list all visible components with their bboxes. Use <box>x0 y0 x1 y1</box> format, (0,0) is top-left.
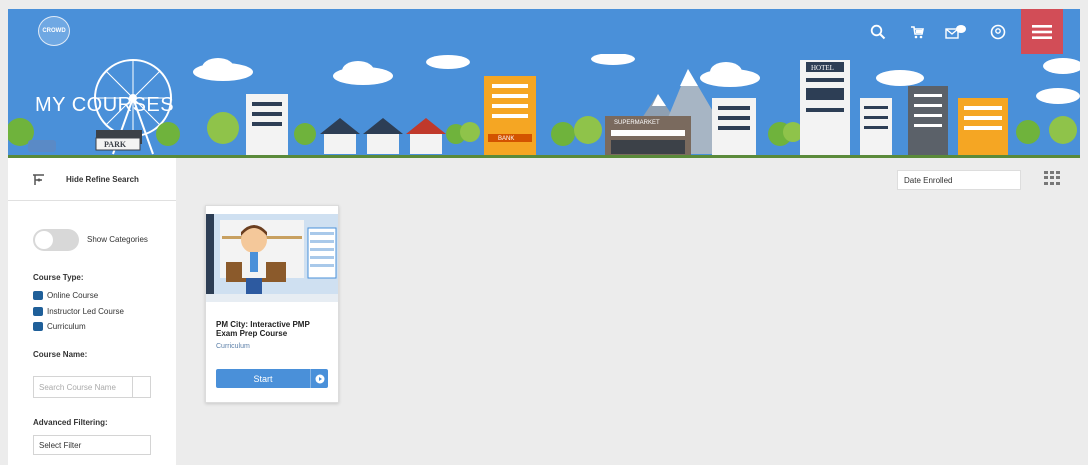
sort-select[interactable]: Date Enrolled <box>897 170 1021 190</box>
advanced-filtering-heading: Advanced Filtering: <box>33 418 108 427</box>
logo[interactable]: CROWD <box>38 16 70 46</box>
course-type-label: Curriculum <box>47 322 86 331</box>
refine-search-bar[interactable]: Hide Refine Search <box>8 158 176 201</box>
sidebar: Show Categories Course Type: Online Cour… <box>8 201 176 465</box>
course-name-search-button[interactable] <box>132 376 151 398</box>
page-title: MY COURSES <box>35 94 175 116</box>
logo-text: CROWD <box>42 28 66 34</box>
checkbox-curriculum[interactable] <box>33 322 43 332</box>
filter-icon <box>33 174 44 185</box>
bank-sign: BANK <box>498 136 514 142</box>
grid-view-icon[interactable] <box>1044 171 1060 185</box>
supermarket-sign: SUPERMARKET <box>614 120 660 126</box>
course-name-field[interactable]: Search Course Name <box>33 376 133 398</box>
messages-icon[interactable] <box>945 21 967 43</box>
cart-icon[interactable] <box>906 21 928 43</box>
account-icon[interactable] <box>987 21 1009 43</box>
checkbox-online[interactable] <box>33 291 43 301</box>
sort-value: Date Enrolled <box>904 175 953 185</box>
hide-refine-search-label[interactable]: Hide Refine Search <box>66 175 139 184</box>
course-name-placeholder: Search Course Name <box>39 382 116 392</box>
start-label: Start <box>253 373 273 384</box>
menu-button[interactable] <box>1021 9 1063 54</box>
banner: BANK SUPERMARKET HOTEL PARK MY COURSES <box>8 54 1080 158</box>
start-button[interactable]: Start <box>216 369 328 388</box>
park-sign: PARK <box>104 140 127 149</box>
checkbox-instructor[interactable] <box>33 307 43 317</box>
advanced-filter-value: Select Filter <box>39 440 82 450</box>
search-icon[interactable] <box>867 21 889 43</box>
top-bar: CROWD <box>8 9 1080 54</box>
show-categories-label: Show Categories <box>87 235 148 244</box>
course-type-online[interactable]: Online Course <box>33 291 99 301</box>
hotel-sign: HOTEL <box>811 64 834 72</box>
menu-icon <box>1032 24 1052 39</box>
course-type-instructor[interactable]: Instructor Led Course <box>33 307 124 317</box>
toggle-knob <box>35 231 53 249</box>
course-type-curriculum[interactable]: Curriculum <box>33 322 86 332</box>
course-name-heading: Course Name: <box>33 350 88 359</box>
course-card[interactable]: PM City: Interactive PMP Exam Prep Cours… <box>205 205 339 403</box>
course-thumbnail <box>206 214 338 302</box>
show-categories-toggle[interactable] <box>33 229 79 251</box>
course-type-label: Instructor Led Course <box>47 307 124 316</box>
advanced-filter-select[interactable]: Select Filter <box>33 435 151 455</box>
course-title[interactable]: PM City: Interactive PMP Exam Prep Cours… <box>216 320 332 338</box>
course-type: Curriculum <box>216 343 250 350</box>
course-type-heading: Course Type: <box>33 273 84 282</box>
play-icon <box>310 369 328 388</box>
course-type-label: Online Course <box>47 291 99 300</box>
